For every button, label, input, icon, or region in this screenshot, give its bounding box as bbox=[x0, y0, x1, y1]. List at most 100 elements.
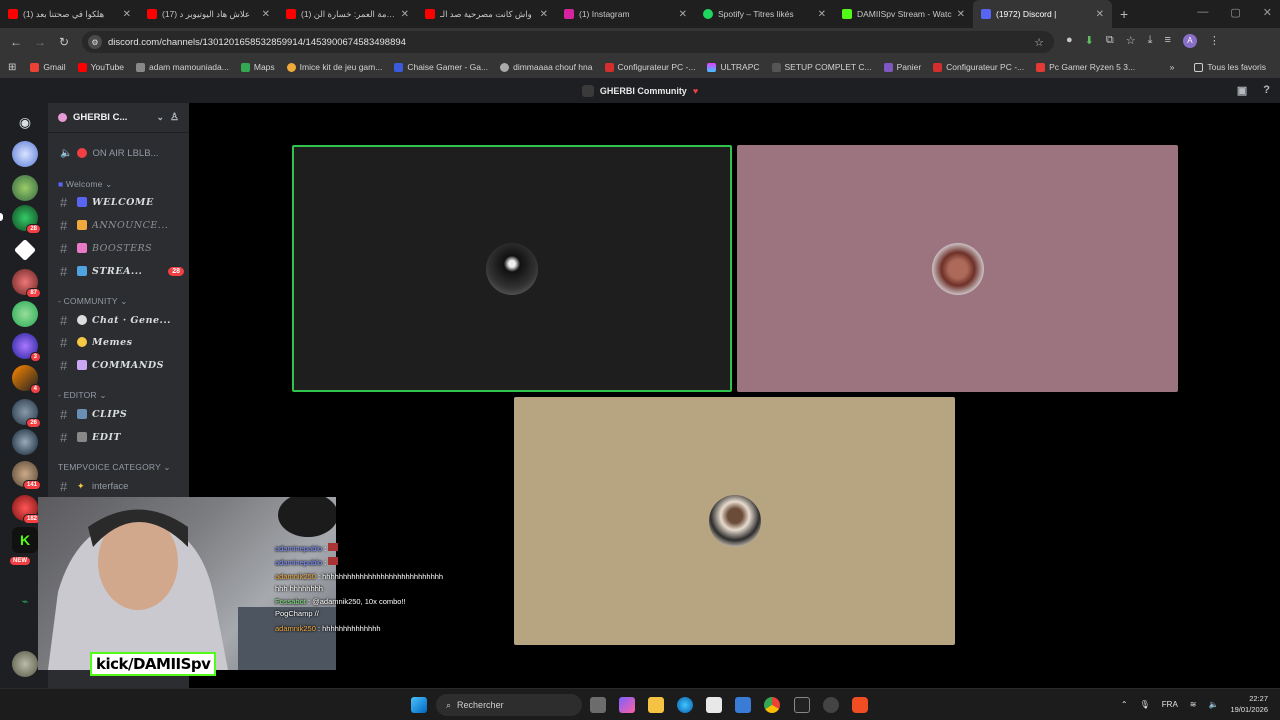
bookmark[interactable]: Maps bbox=[235, 62, 281, 72]
steam-icon[interactable] bbox=[823, 697, 839, 713]
kick-server-icon[interactable]: K bbox=[12, 527, 38, 553]
server-icon[interactable] bbox=[12, 141, 38, 167]
bookmark-star-icon[interactable]: ☆ bbox=[1034, 36, 1044, 49]
discord-home-icon[interactable]: ◉ bbox=[12, 109, 38, 135]
site-info-icon[interactable]: ⚙ bbox=[88, 35, 102, 49]
server-header[interactable]: GHERBI C... ⌄ ♙ bbox=[48, 103, 189, 133]
mail-icon[interactable] bbox=[735, 697, 751, 713]
server-icon[interactable] bbox=[13, 238, 37, 262]
wifi-icon[interactable]: ≋ bbox=[1190, 700, 1197, 709]
minimize-icon[interactable]: — bbox=[1197, 6, 1208, 19]
server-icon[interactable]: 182 bbox=[12, 495, 41, 524]
bookmark[interactable]: SETUP COMPLET C... bbox=[766, 62, 878, 72]
chevron-right-icon[interactable]: » bbox=[1170, 62, 1175, 72]
channel-stream[interactable]: # STREA... 28 bbox=[54, 261, 184, 281]
menu-icon[interactable]: ⋮ bbox=[1209, 34, 1220, 48]
file-explorer-icon[interactable] bbox=[648, 697, 664, 713]
category-welcome[interactable]: ■ Welcome ⌄ bbox=[58, 179, 112, 190]
browser-tab[interactable]: DAMIISpv Stream - Watc ✕ bbox=[834, 0, 973, 28]
server-icon[interactable]: 87 bbox=[12, 269, 41, 298]
bookmark[interactable]: ULTRAPC bbox=[701, 62, 765, 72]
apps-icon[interactable]: ⊞ bbox=[8, 62, 16, 73]
channel-chat[interactable]: # Chat · Gene... bbox=[54, 310, 184, 330]
server-icon[interactable]: 3 bbox=[12, 333, 41, 362]
puzzle-icon[interactable]: ⧉ bbox=[1106, 34, 1114, 48]
bookmark[interactable]: YouTube bbox=[72, 62, 130, 72]
downloads-icon[interactable]: ⤓ bbox=[1148, 34, 1153, 48]
close-icon[interactable]: ✕ bbox=[123, 9, 131, 20]
new-tab-button[interactable]: + bbox=[1120, 6, 1128, 22]
reload-icon[interactable]: ↻ bbox=[52, 35, 76, 49]
language-indicator[interactable]: FRA bbox=[1162, 700, 1178, 709]
forward-icon[interactable]: → bbox=[28, 35, 52, 49]
task-view-icon[interactable] bbox=[590, 697, 606, 713]
close-icon[interactable]: ✕ bbox=[262, 9, 270, 20]
bookmark[interactable]: Configurateur PC -... bbox=[599, 62, 702, 72]
participant-tile-speaking[interactable] bbox=[292, 145, 732, 392]
all-bookmarks[interactable]: Tous les favoris bbox=[1188, 62, 1272, 72]
server-icon[interactable]: 26 bbox=[12, 399, 41, 428]
close-icon[interactable]: ✕ bbox=[1096, 9, 1104, 20]
channel-edit[interactable]: # EDIT bbox=[54, 427, 184, 447]
bookmark[interactable]: Pc Gamer Ryzen 5 3... bbox=[1030, 62, 1141, 72]
avatar[interactable] bbox=[12, 651, 38, 677]
close-icon[interactable]: ✕ bbox=[1263, 6, 1272, 19]
windows-start-icon[interactable] bbox=[411, 697, 427, 713]
server-icon[interactable]: 28 bbox=[12, 205, 41, 234]
channel-announcements[interactable]: # ANNOUNCE... bbox=[54, 215, 184, 235]
channel-boosters[interactable]: # BOOSTERS bbox=[54, 238, 184, 258]
speaker-icon[interactable]: 🔈 bbox=[1208, 700, 1218, 709]
discover-icon[interactable]: ⌁ bbox=[12, 589, 38, 615]
server-icon[interactable] bbox=[12, 301, 38, 327]
browser-tab[interactable]: (1) Instagram ✕ bbox=[556, 0, 695, 28]
category-editor[interactable]: - EDITOR ⌄ bbox=[58, 390, 107, 401]
voice-channel[interactable]: 🔈 ON AIR LBLB... bbox=[54, 143, 184, 163]
search-input[interactable]: ⌕ Rechercher bbox=[436, 694, 582, 716]
close-icon[interactable]: ✕ bbox=[401, 9, 409, 20]
browser-tab[interactable]: Spotify – Titres likés ✕ bbox=[695, 0, 834, 28]
chevron-down-icon[interactable]: ⌄ bbox=[156, 112, 164, 123]
add-member-icon[interactable]: ♙ bbox=[170, 112, 179, 123]
category-tempvoice[interactable]: TEMPVOICE CATEGORY ⌄ bbox=[58, 462, 171, 473]
participant-tile[interactable] bbox=[514, 397, 955, 645]
bookmark[interactable]: Panier bbox=[878, 62, 928, 72]
category-community[interactable]: - COMMUNITY ⌄ bbox=[58, 296, 128, 307]
browser-tab-active[interactable]: (1972) Discord | ✕ bbox=[973, 0, 1112, 28]
channel-memes[interactable]: # Memes bbox=[54, 332, 184, 352]
store-icon[interactable] bbox=[706, 697, 722, 713]
server-icon[interactable]: 4 bbox=[12, 365, 41, 394]
channel-welcome[interactable]: # WELCOME bbox=[54, 192, 184, 212]
server-icon[interactable]: 141 bbox=[12, 461, 41, 490]
close-icon[interactable]: ✕ bbox=[957, 9, 965, 20]
bookmark[interactable]: adam mamouniada... bbox=[130, 62, 235, 72]
app-icon[interactable] bbox=[794, 697, 810, 713]
browser-tab[interactable]: (1) هلكوا في صحتنا بعد ✕ bbox=[0, 0, 139, 28]
address-bar[interactable]: ⚙ discord.com/channels/13012016585328599… bbox=[82, 31, 1054, 53]
bookmark[interactable]: Configurateur PC -... bbox=[927, 62, 1030, 72]
bookmark[interactable]: Imice kit de jeu gam... bbox=[281, 62, 389, 72]
clock[interactable]: 22:27 19/01/2026 bbox=[1230, 693, 1268, 715]
channel-interface[interactable]: # ✦ interface bbox=[54, 476, 184, 496]
chevron-up-icon[interactable]: ⌃ bbox=[1121, 700, 1128, 709]
avatar[interactable]: A bbox=[1182, 34, 1197, 48]
extension-icon[interactable]: ● bbox=[1066, 34, 1073, 48]
brave-icon[interactable] bbox=[852, 697, 868, 713]
server-icon[interactable] bbox=[12, 175, 38, 201]
chrome-icon[interactable] bbox=[764, 697, 780, 713]
back-icon[interactable]: ← bbox=[4, 35, 28, 49]
server-icon[interactable] bbox=[12, 429, 38, 455]
close-icon[interactable]: ✕ bbox=[540, 9, 548, 20]
edge-icon[interactable] bbox=[677, 697, 693, 713]
bookmark[interactable]: dimmaaaa chouf hna bbox=[494, 62, 598, 72]
channel-clips[interactable]: # CLIPS bbox=[54, 404, 184, 424]
media-icon[interactable]: ≡ bbox=[1164, 34, 1170, 48]
close-icon[interactable]: ✕ bbox=[818, 9, 826, 20]
help-icon[interactable]: ? bbox=[1263, 84, 1270, 97]
bookmark[interactable]: Chaise Gamer - Ga... bbox=[388, 62, 494, 72]
favorites-icon[interactable]: ☆ bbox=[1126, 34, 1136, 48]
browser-tab[interactable]: (17) علاش هاد اليوتيوبر د ✕ bbox=[139, 0, 278, 28]
close-icon[interactable]: ✕ bbox=[679, 9, 687, 20]
bookmark[interactable]: Gmail bbox=[24, 62, 71, 72]
participant-tile[interactable] bbox=[737, 145, 1178, 392]
browser-tab[interactable]: (1) صدمة العمر: خسارة الن ✕ bbox=[278, 0, 417, 28]
